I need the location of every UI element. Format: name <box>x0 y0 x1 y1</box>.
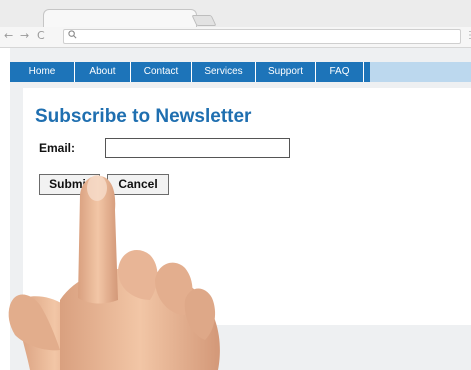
nav-item-home[interactable]: Home <box>10 62 75 82</box>
submit-button[interactable]: Submit <box>39 174 100 195</box>
nav-item-about[interactable]: About <box>75 62 131 82</box>
tab-strip <box>0 0 471 28</box>
nav-item-support[interactable]: Support <box>256 62 316 82</box>
email-field[interactable] <box>105 138 290 158</box>
back-icon[interactable]: ← <box>4 29 13 42</box>
new-tab-button[interactable] <box>191 15 217 26</box>
email-label: Email: <box>39 141 76 155</box>
browser-toolbar: ← → C ⋮ <box>0 27 471 48</box>
reload-icon[interactable]: C <box>37 29 45 42</box>
nav-item-faq[interactable]: FAQ <box>316 62 364 82</box>
web-page: Home About Contact Services Support FAQ … <box>10 48 471 370</box>
navbar-menu: Home About Contact Services Support FAQ <box>10 62 370 82</box>
page-title: Subscribe to Newsletter <box>35 106 252 127</box>
search-icon <box>68 30 77 42</box>
browser-tab[interactable] <box>43 9 197 28</box>
menu-icon[interactable]: ⋮ <box>465 30 471 41</box>
cancel-button[interactable]: Cancel <box>107 174 169 195</box>
nav-item-services[interactable]: Services <box>192 62 256 82</box>
forward-icon[interactable]: → <box>20 29 29 42</box>
nav-item-contact[interactable]: Contact <box>131 62 192 82</box>
subscribe-form: Subscribe to Newsletter Email: Submit Ca… <box>23 88 471 325</box>
browser-window: ← → C ⋮ Home About Contact Services Supp… <box>0 0 471 370</box>
address-bar[interactable] <box>63 29 461 44</box>
site-navbar: Home About Contact Services Support FAQ <box>10 62 471 82</box>
